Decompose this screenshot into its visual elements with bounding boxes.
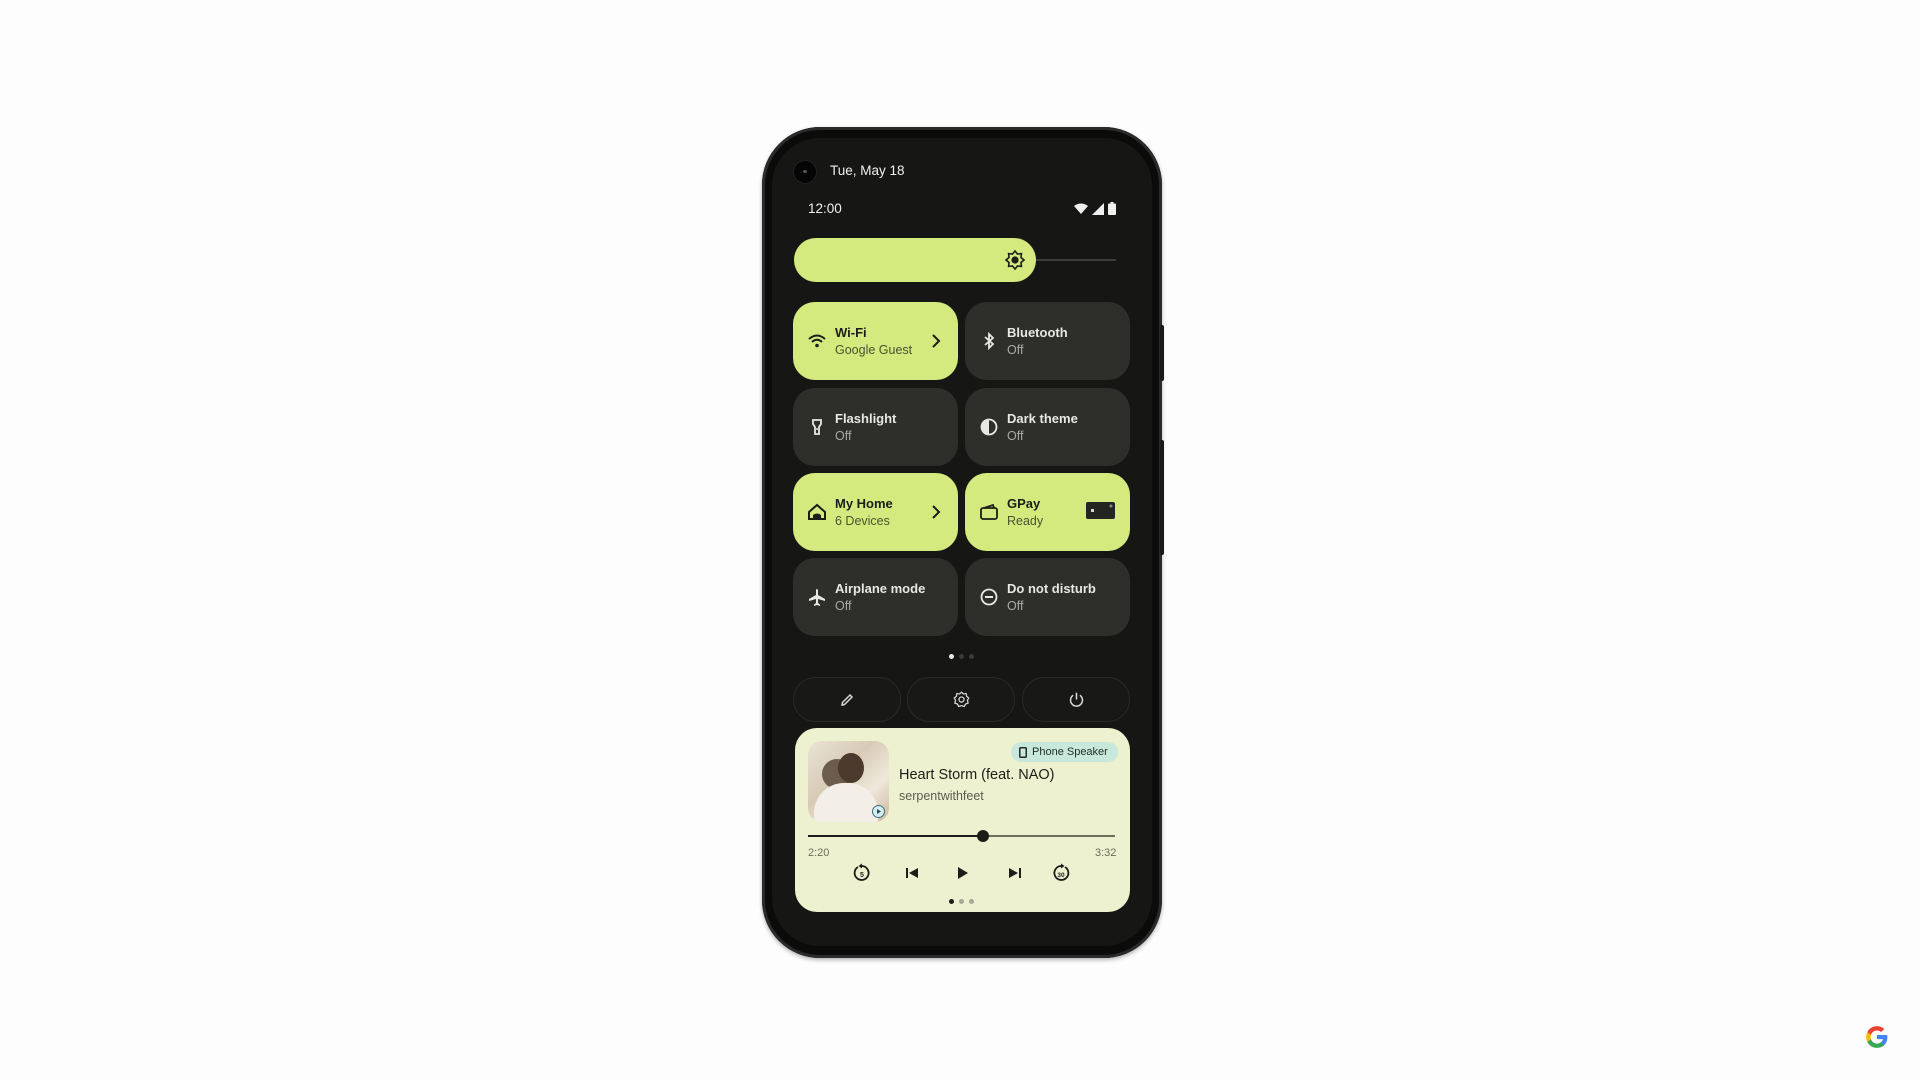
tile-do-not-disturb[interactable]: Do not disturb Off bbox=[965, 558, 1130, 636]
tile-label: GPay bbox=[1007, 496, 1041, 511]
tile-flashlight[interactable]: Flashlight Off bbox=[793, 388, 958, 466]
tile-my-home[interactable]: My Home 6 Devices bbox=[793, 473, 958, 551]
tile-status: Google Guest bbox=[835, 343, 913, 357]
tile-label: Do not disturb bbox=[1007, 581, 1096, 596]
svg-text:5: 5 bbox=[860, 872, 864, 879]
bluetooth-icon bbox=[984, 331, 995, 351]
battery-icon bbox=[1108, 202, 1116, 215]
tile-status: Off bbox=[835, 599, 852, 613]
song-title: Heart Storm (feat. NAO) bbox=[899, 767, 1055, 783]
brightness-slider-track[interactable] bbox=[1035, 259, 1116, 261]
tile-label: Flashlight bbox=[835, 411, 897, 426]
airplane-icon bbox=[809, 589, 825, 606]
gear-icon bbox=[952, 691, 970, 708]
svg-text:30: 30 bbox=[1057, 872, 1065, 879]
forward-30-icon: 30 bbox=[1053, 863, 1070, 881]
skip-next-icon bbox=[1009, 868, 1021, 878]
output-device-chip[interactable]: Phone Speaker bbox=[1011, 742, 1118, 762]
wallet-icon bbox=[980, 503, 998, 520]
song-artist: serpentwithfeet bbox=[899, 789, 984, 803]
chevron-right-icon bbox=[932, 505, 941, 519]
tile-status: 6 Devices bbox=[835, 514, 890, 528]
play-button[interactable] bbox=[951, 862, 973, 884]
tile-bluetooth[interactable]: Bluetooth Off bbox=[965, 302, 1130, 380]
previous-button[interactable] bbox=[901, 862, 923, 884]
tile-label: My Home bbox=[835, 496, 893, 511]
elapsed-time: 2:20 bbox=[808, 847, 830, 859]
page-dot[interactable] bbox=[949, 899, 954, 904]
forward-30-button[interactable]: 30 bbox=[1050, 862, 1072, 884]
tile-dark-theme[interactable]: Dark theme Off bbox=[965, 388, 1130, 466]
brightness-slider[interactable] bbox=[794, 238, 1036, 282]
page-dot[interactable] bbox=[959, 654, 964, 659]
seek-bar-remaining[interactable] bbox=[982, 835, 1115, 837]
tile-status: Off bbox=[1007, 599, 1024, 613]
page-dot[interactable] bbox=[949, 654, 954, 659]
tile-label: Airplane mode bbox=[835, 581, 926, 596]
media-page-indicator bbox=[949, 899, 974, 904]
settings-button[interactable] bbox=[907, 677, 1015, 722]
app-badge-icon bbox=[872, 805, 885, 818]
phone-icon bbox=[1019, 746, 1027, 758]
replay-5-icon: 5 bbox=[853, 863, 870, 881]
art-figure-head-2 bbox=[838, 753, 864, 783]
chevron-right-icon bbox=[932, 334, 941, 348]
tile-label: Dark theme bbox=[1007, 411, 1078, 426]
tile-status: Off bbox=[835, 429, 852, 443]
tile-status: Off bbox=[1007, 429, 1024, 443]
do-not-disturb-icon bbox=[980, 588, 998, 606]
power-icon bbox=[1069, 692, 1083, 707]
seek-thumb[interactable] bbox=[976, 830, 989, 842]
total-duration: 3:32 bbox=[1095, 847, 1117, 859]
date-label: Tue, May 18 bbox=[830, 163, 905, 178]
flashlight-icon bbox=[812, 419, 822, 435]
brightness-icon bbox=[1004, 250, 1025, 270]
home-icon bbox=[808, 503, 826, 520]
page-dot[interactable] bbox=[969, 899, 974, 904]
tile-label: Wi-Fi bbox=[835, 325, 867, 340]
edit-button[interactable] bbox=[793, 677, 901, 722]
page-dot[interactable] bbox=[969, 654, 974, 659]
tile-status: Off bbox=[1007, 343, 1024, 357]
power-button[interactable] bbox=[1022, 677, 1130, 722]
volume-button bbox=[1160, 325, 1164, 381]
tile-wifi[interactable]: Wi-Fi Google Guest bbox=[793, 302, 958, 380]
skip-previous-icon bbox=[906, 868, 918, 878]
clock-label: 12:00 bbox=[808, 201, 842, 216]
tile-status: Ready bbox=[1007, 514, 1044, 528]
page-dot[interactable] bbox=[959, 899, 964, 904]
dark-theme-icon bbox=[980, 418, 998, 436]
power-side-button bbox=[1160, 440, 1164, 555]
next-button[interactable] bbox=[1004, 862, 1026, 884]
payment-card-icon bbox=[1086, 502, 1115, 519]
play-icon bbox=[958, 867, 968, 879]
front-camera bbox=[793, 160, 817, 184]
wifi-icon bbox=[808, 334, 826, 348]
wifi-icon bbox=[1074, 203, 1088, 214]
google-logo-icon bbox=[1866, 1026, 1888, 1048]
seek-bar-played[interactable] bbox=[808, 835, 983, 837]
status-icons bbox=[1074, 202, 1116, 215]
tile-airplane-mode[interactable]: Airplane mode Off bbox=[793, 558, 958, 636]
pencil-icon bbox=[841, 693, 854, 706]
output-device-label: Phone Speaker bbox=[1032, 746, 1108, 758]
art-figure-body bbox=[814, 783, 878, 822]
tile-page-indicator bbox=[949, 654, 974, 659]
album-art bbox=[808, 741, 889, 822]
tile-label: Bluetooth bbox=[1007, 325, 1068, 340]
tile-gpay[interactable]: GPay Ready bbox=[965, 473, 1130, 551]
replay-5-button[interactable]: 5 bbox=[851, 862, 873, 884]
signal-icon bbox=[1092, 202, 1104, 215]
